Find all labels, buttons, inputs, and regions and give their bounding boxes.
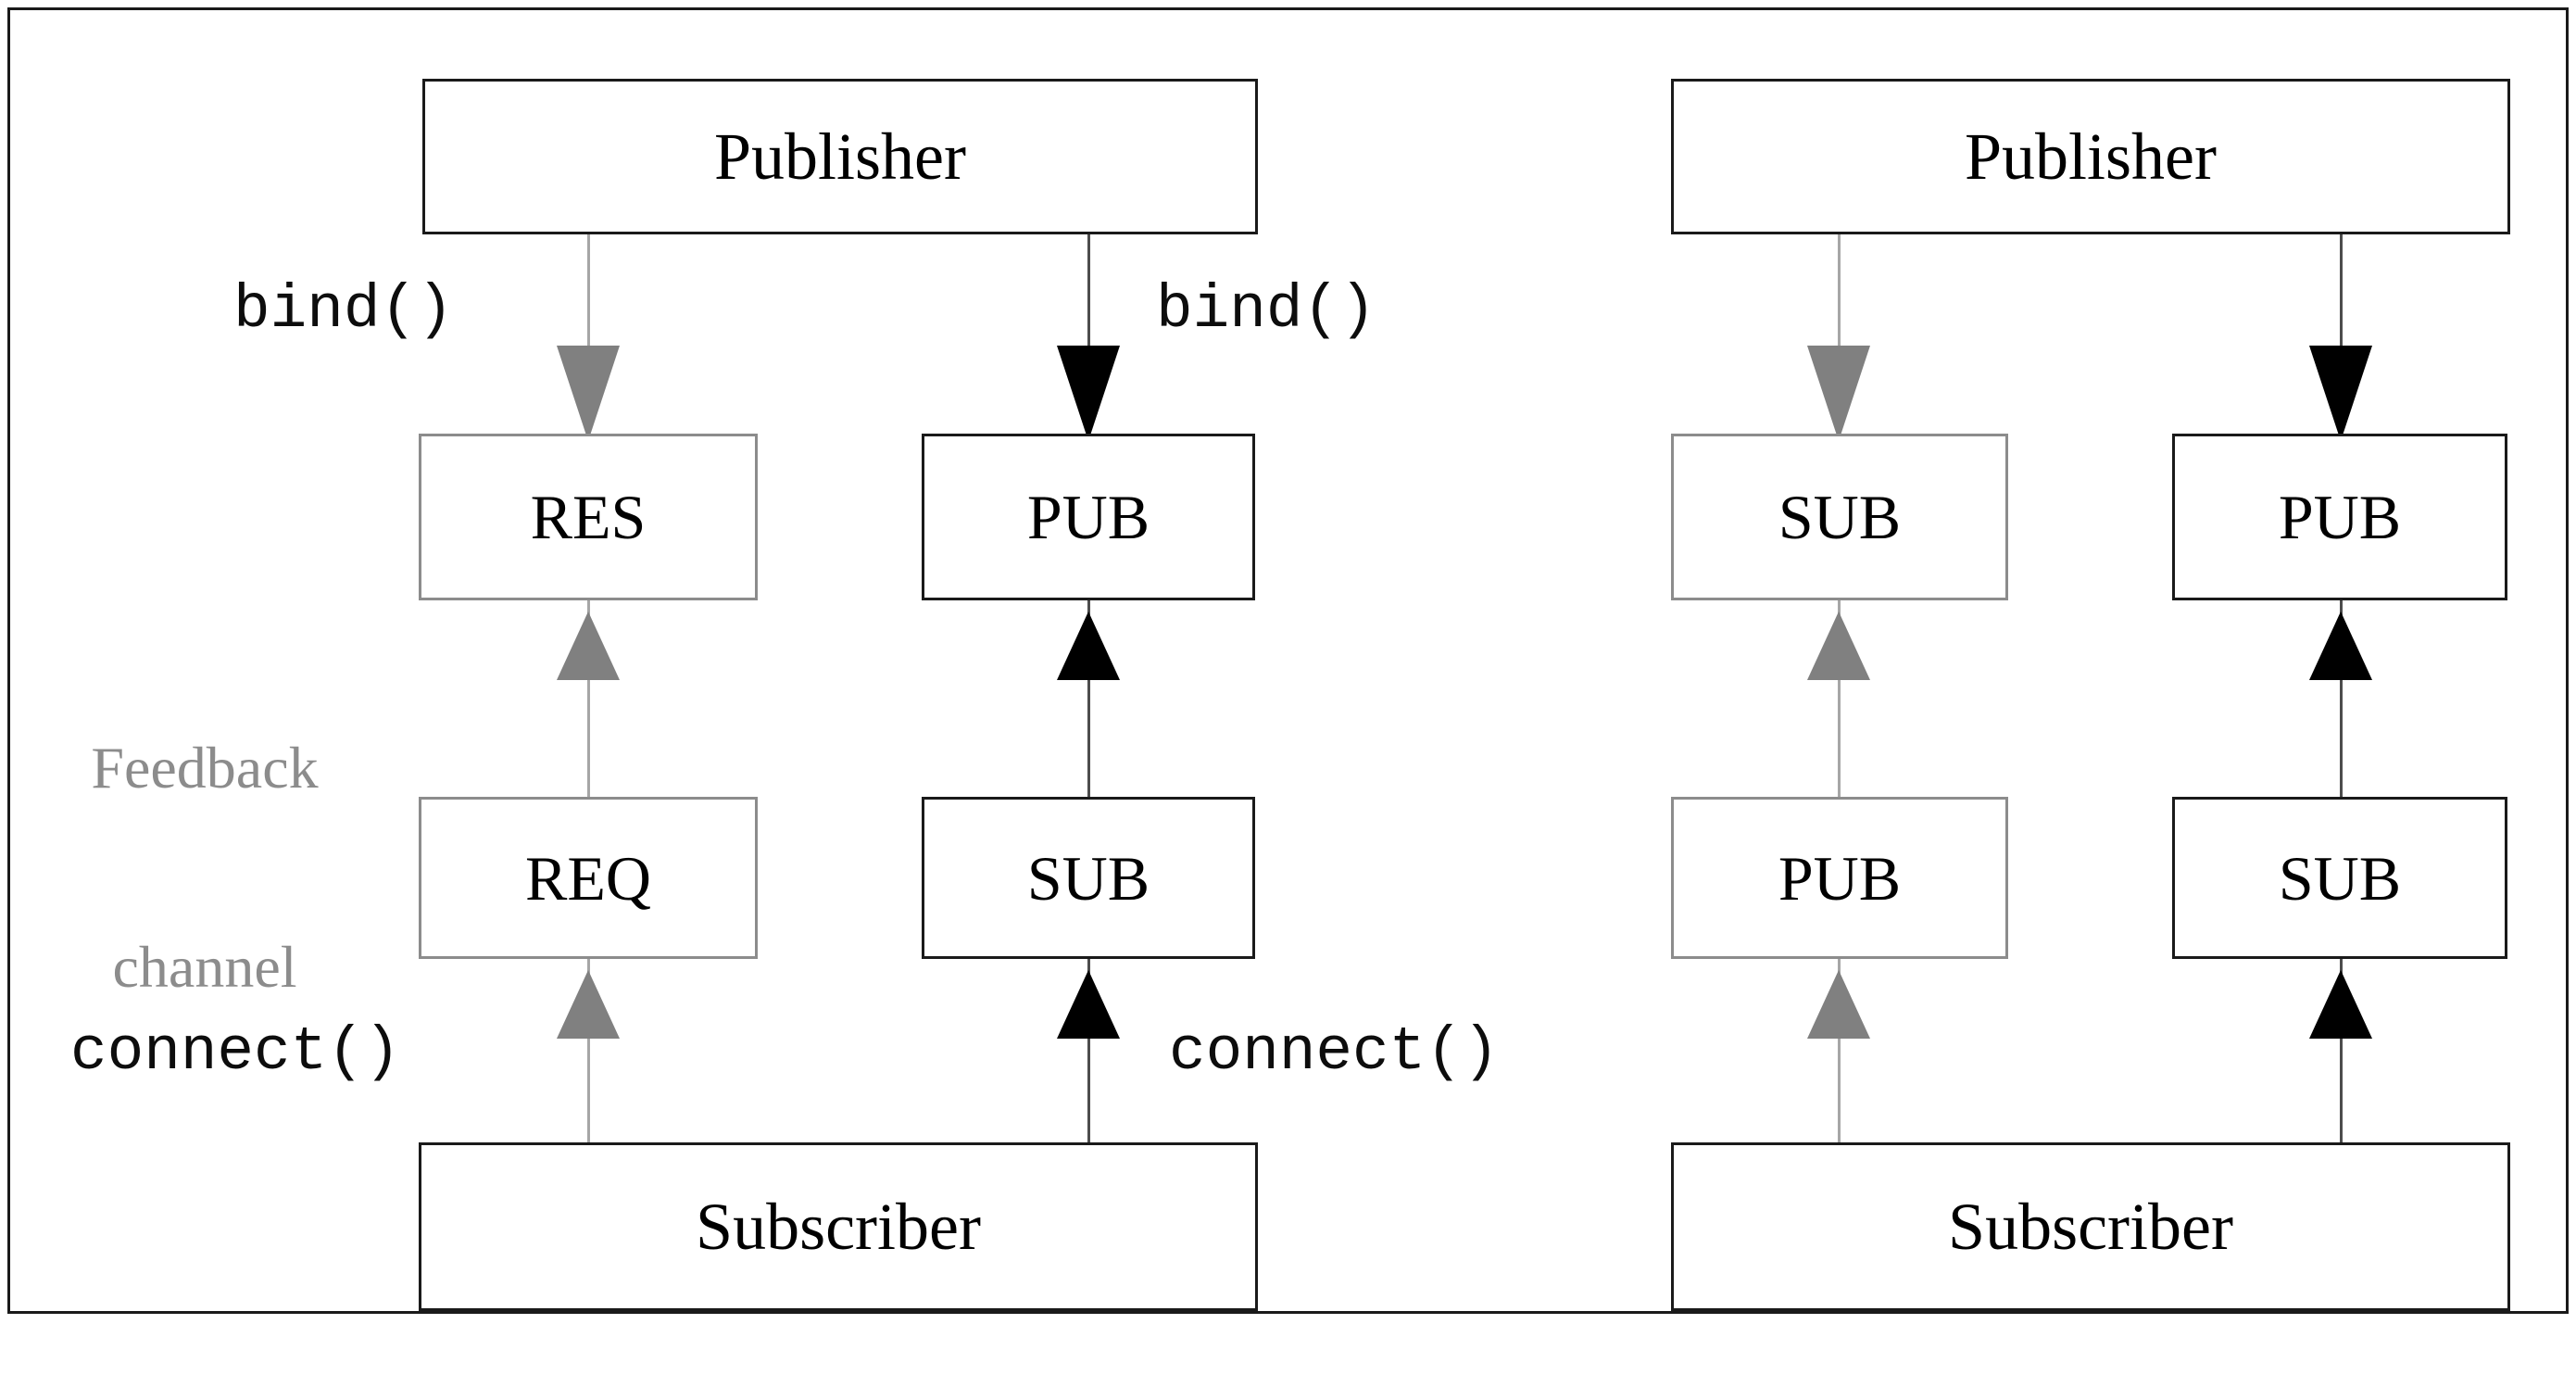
left-publisher-node[interactable]: Publisher [422,79,1258,234]
left-socket-res-label: RES [530,482,647,552]
left-arrow-down-data [1057,346,1120,441]
label-connect-left: connect() [70,1017,401,1087]
right-publisher-node[interactable]: Publisher [1671,79,2510,234]
right-arrow-up-feedback-mid [1807,612,1870,680]
right-arrow-down-data [2309,346,2372,441]
left-arrow-up-data-mid [1057,612,1120,680]
right-arrow-up-data-mid [2309,612,2372,680]
left-subscriber-node[interactable]: Subscriber [419,1142,1258,1311]
left-socket-req-label: REQ [525,842,651,914]
left-subscriber-label: Subscriber [696,1190,981,1264]
left-arrow-up-data-bottom [1057,970,1120,1039]
right-arrow-up-data-bottom [2309,970,2372,1039]
right-socket-sub-upper-label: SUB [1778,482,1902,552]
right-socket-pub-upper-label: PUB [2278,482,2402,552]
right-socket-pub-lower-label: PUB [1778,842,1902,914]
diagram-canvas: Publisher bind() bind() RES PUB Feedback… [0,0,2576,1387]
right-socket-sub-upper[interactable]: SUB [1671,434,2008,600]
right-socket-pub-lower[interactable]: PUB [1671,797,2008,959]
left-socket-sub[interactable]: SUB [922,797,1255,959]
right-arrow-up-feedback-bottom [1807,970,1870,1039]
left-socket-res[interactable]: RES [419,434,758,600]
feedback-channel-line2: channel [112,934,297,1001]
left-socket-req[interactable]: REQ [419,797,758,959]
right-socket-pub-upper[interactable]: PUB [2172,434,2507,600]
left-socket-pub-label: PUB [1026,482,1150,552]
left-socket-pub[interactable]: PUB [922,434,1255,600]
right-arrow-down-feedback [1807,346,1870,441]
left-arrow-up-feedback-mid [557,612,620,680]
left-arrow-down-feedback [557,346,620,441]
left-publisher-label: Publisher [713,120,966,194]
right-socket-sub-lower[interactable]: SUB [2172,797,2507,959]
feedback-channel-line1: Feedback [91,735,319,801]
label-bind-left: bind() [233,275,454,345]
label-bind-left-right: bind() [1156,275,1376,345]
right-socket-sub-lower-label: SUB [2278,842,2402,914]
right-subscriber-node[interactable]: Subscriber [1671,1142,2510,1311]
right-publisher-label: Publisher [1964,120,2217,194]
left-arrow-up-feedback-bottom [557,970,620,1039]
left-socket-sub-label: SUB [1026,842,1150,914]
right-subscriber-label: Subscriber [1948,1190,2233,1264]
label-connect-left-right: connect() [1169,1017,1500,1087]
